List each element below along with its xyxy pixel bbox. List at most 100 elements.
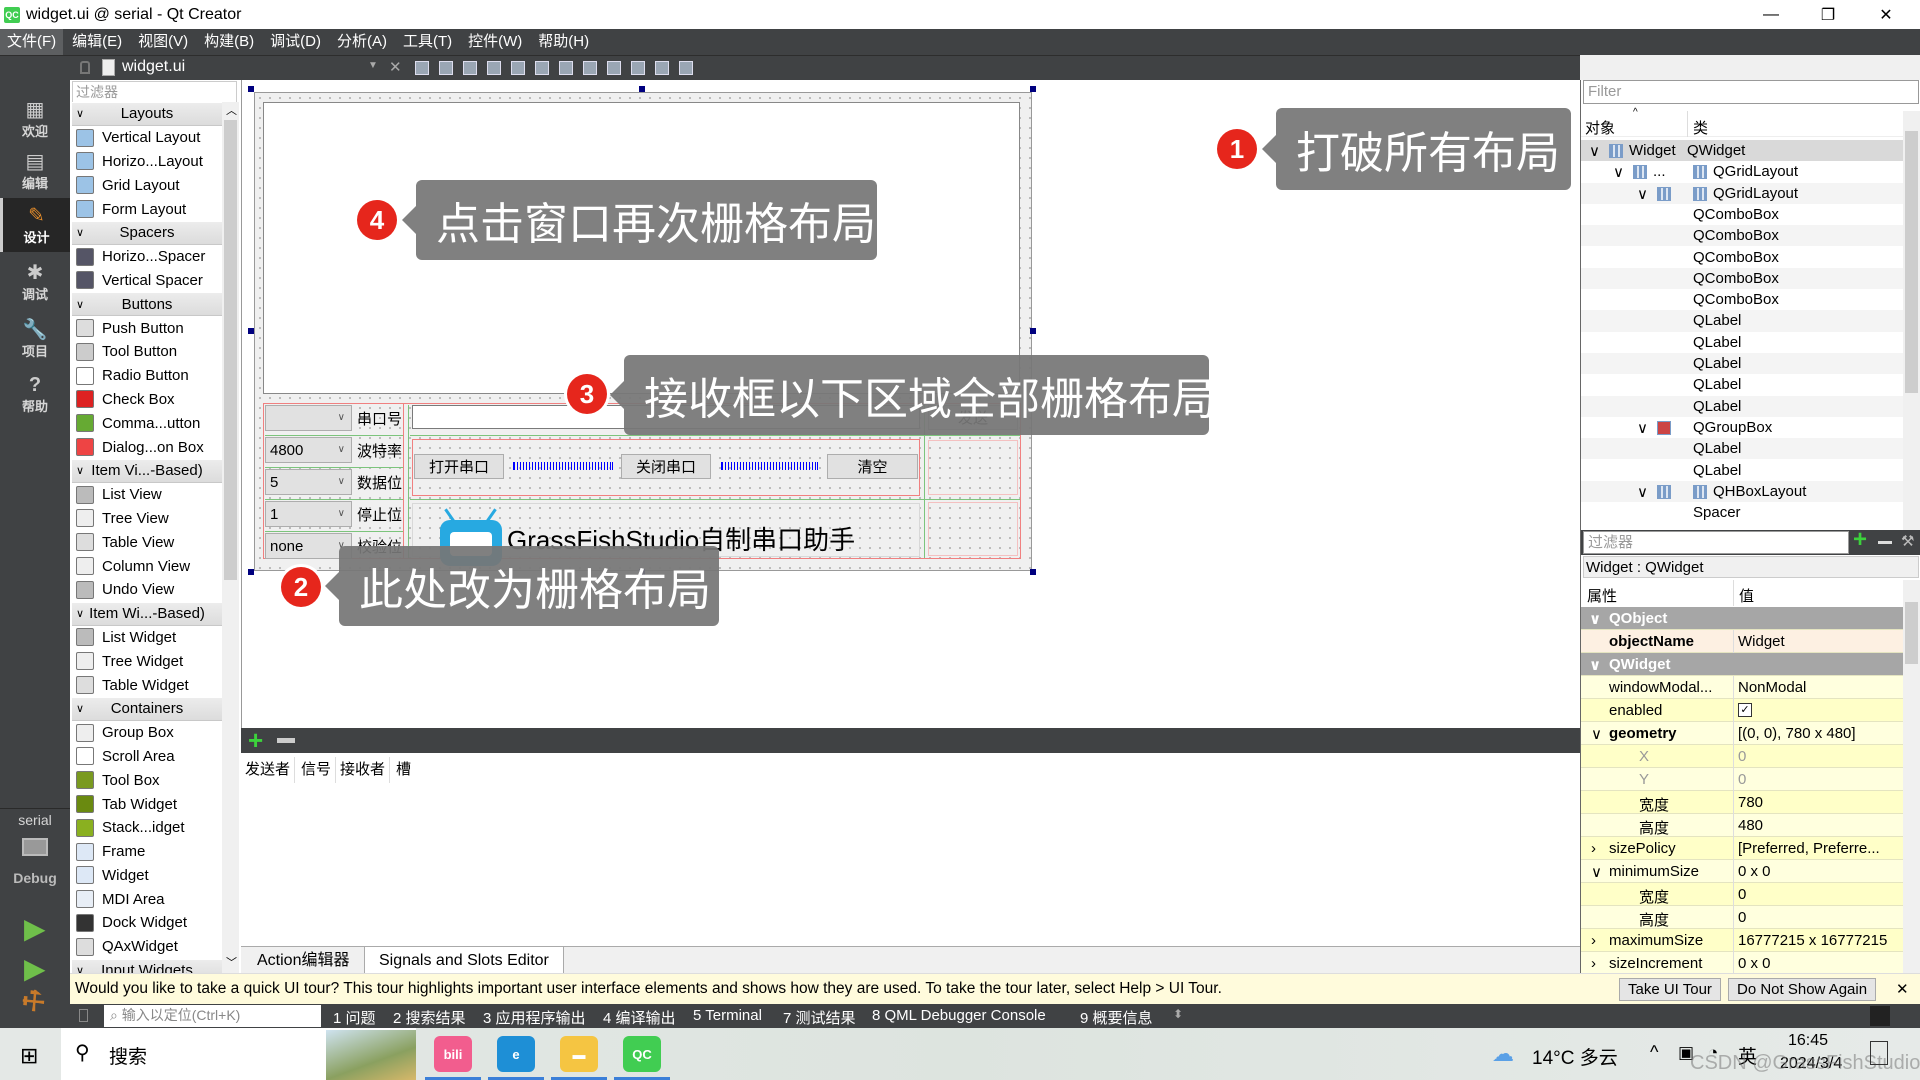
tab-action-editor[interactable]: Action编辑器 — [243, 947, 363, 974]
property-value[interactable]: NonModal — [1733, 676, 1810, 699]
property-value[interactable]: 0 x 0 — [1733, 860, 1775, 883]
object-tree-row[interactable]: ∨ Widget QWidget — [1581, 140, 1903, 162]
object-tree-row[interactable]: ∨ QGroupBox — [1581, 417, 1903, 438]
widget-category[interactable]: ∨ Item Wi...-Based) — [72, 601, 222, 626]
open-port-button[interactable]: 打开串口 — [414, 454, 504, 479]
debug-run-icon[interactable]: ▶ — [24, 952, 46, 985]
widget-item[interactable]: Radio Button — [72, 364, 222, 388]
maximize-button[interactable]: ❐ — [1800, 0, 1856, 29]
property-row[interactable]: objectName Widget — [1581, 630, 1903, 653]
object-tree-row[interactable]: QComboBox — [1581, 267, 1903, 290]
layout-tool-icon[interactable] — [679, 61, 693, 75]
property-row[interactable]: › sizePolicy [Preferred, Preferre... — [1581, 837, 1903, 860]
taskbar-app-file-explorer[interactable]: ▬ — [551, 1036, 607, 1080]
pane-selector-icon[interactable]: ⬍ — [1173, 1007, 1183, 1021]
windows-start-icon[interactable]: ⊞ — [20, 1043, 38, 1069]
menu-item[interactable]: 视图(V) — [131, 29, 195, 55]
widget-item[interactable]: Widget — [72, 864, 222, 888]
object-tree-row[interactable]: QLabel — [1581, 332, 1903, 353]
chevron-down-icon[interactable]: ∨ — [1589, 142, 1600, 160]
widget-item[interactable]: Grid Layout — [72, 173, 222, 197]
output-pane-tab[interactable]: 1 问题 — [333, 1007, 376, 1028]
widget-item[interactable]: Group Box — [72, 721, 222, 745]
file-dropdown-icon[interactable]: ▼ — [368, 60, 378, 71]
widget-item[interactable]: Tree View — [72, 507, 222, 531]
menu-item[interactable]: 帮助(H) — [531, 29, 596, 55]
menu-item[interactable]: 构建(B) — [197, 29, 261, 55]
build-hammer-icon[interactable]: ⚒ — [15, 982, 53, 1021]
property-filter-input[interactable]: 过滤器 — [1583, 531, 1849, 554]
minimize-button[interactable]: — — [1743, 0, 1799, 29]
column-header-class[interactable]: 类 — [1693, 117, 1708, 138]
property-value[interactable]: [(0, 0), 780 x 480] — [1733, 722, 1860, 745]
remove-connection-icon[interactable] — [277, 738, 295, 743]
property-row[interactable]: 高度 0 — [1581, 906, 1903, 929]
layout-tool-icon[interactable] — [535, 61, 549, 75]
layout-tool-icon[interactable] — [631, 61, 645, 75]
property-row[interactable]: ∨ minimumSize 0 x 0 — [1581, 860, 1903, 883]
object-tree-row[interactable]: ∨ QHBoxLayout — [1581, 480, 1903, 503]
object-tree-row[interactable]: ∨ QGridLayout — [1581, 182, 1903, 204]
tray-overflow-icon[interactable]: ^ — [1650, 1042, 1658, 1063]
widget-item[interactable]: Tab Widget — [72, 792, 222, 816]
mode-bug[interactable]: ✱ 调试 — [0, 255, 70, 309]
take-ui-tour-button[interactable]: Take UI Tour — [1619, 978, 1721, 1001]
widget-category[interactable]: ∨ Item Vi...-Based) — [72, 458, 222, 483]
widget-item[interactable]: Tree Widget — [72, 649, 222, 673]
settings-combobox[interactable]: 5 ∨ — [265, 469, 352, 495]
column-header-sender[interactable]: 发送者 — [241, 757, 296, 783]
layout-tool-icon[interactable] — [607, 61, 621, 75]
property-scrollbar[interactable] — [1903, 580, 1920, 973]
property-row[interactable]: enabled ✓ — [1581, 699, 1903, 722]
property-row[interactable]: › sizeIncrement 0 x 0 — [1581, 952, 1903, 973]
mode-document[interactable]: ▤ 编辑 — [0, 144, 70, 198]
layout-tool-icon[interactable] — [511, 61, 525, 75]
scroll-up-icon[interactable]: ︿ — [226, 102, 237, 118]
taskbar-search-box[interactable]: ⚲ 搜索 — [61, 1028, 416, 1080]
widget-item[interactable]: Vertical Layout — [72, 126, 222, 150]
widget-item[interactable]: Horizo...Spacer — [72, 245, 222, 269]
property-row[interactable]: Y0 — [1581, 768, 1903, 791]
widget-item[interactable]: Tool Box — [72, 768, 222, 792]
chevron-down-icon[interactable]: ∨ — [1589, 610, 1601, 628]
property-value[interactable]: [Preferred, Preferre... — [1733, 837, 1884, 860]
clear-button[interactable]: 清空 — [827, 454, 918, 479]
output-pane-tab[interactable]: 4 编译输出 — [603, 1007, 676, 1028]
widget-category[interactable]: ∨ Buttons — [72, 292, 222, 317]
chevron-right-icon[interactable]: › — [1591, 932, 1596, 949]
widget-item[interactable]: Column View — [72, 554, 222, 578]
widget-category[interactable]: ∨ Layouts — [72, 102, 222, 126]
widget-item[interactable]: Push Button — [72, 316, 222, 340]
object-tree[interactable]: ∨ Widget QWidget ∨... QGridLayout ∨ QGridLayou… — [1581, 140, 1903, 530]
property-value[interactable]: Widget — [1733, 630, 1789, 653]
widget-item[interactable]: Stack...idget — [72, 816, 222, 840]
notification-icon[interactable] — [1870, 1041, 1888, 1065]
layout-tool-icon[interactable] — [463, 61, 477, 75]
widget-item[interactable]: Dock Widget — [72, 911, 222, 935]
object-tree-row[interactable]: QLabel — [1581, 374, 1903, 395]
output-pane-tab[interactable]: 8 QML Debugger Console — [872, 1007, 1046, 1024]
weather-text[interactable]: 14°C 多云 — [1532, 1043, 1618, 1070]
property-value[interactable]: ✓ — [1733, 699, 1752, 722]
tab-signals-slots-editor[interactable]: Signals and Slots Editor — [364, 947, 564, 974]
widget-item[interactable]: Undo View — [72, 578, 222, 602]
widget-item[interactable]: Scroll Area — [72, 745, 222, 769]
clock-time[interactable]: 16:45 — [1788, 1032, 1828, 1050]
property-row[interactable]: 宽度 0 — [1581, 883, 1903, 906]
property-value[interactable]: 0 — [1733, 906, 1750, 929]
chevron-down-icon[interactable]: ∨ — [1591, 863, 1602, 881]
menu-item[interactable]: 控件(W) — [461, 29, 529, 55]
column-header-signal[interactable]: 信号 — [297, 757, 337, 783]
object-tree-row[interactable]: QLabel — [1581, 395, 1903, 417]
property-row[interactable]: X0 — [1581, 745, 1903, 768]
property-row[interactable]: 高度 480 — [1581, 814, 1903, 837]
menu-item[interactable]: 编辑(E) — [65, 29, 129, 55]
property-value[interactable]: 0 — [1733, 768, 1750, 791]
layout-tool-icon[interactable] — [415, 61, 429, 75]
property-value[interactable]: 780 — [1733, 791, 1767, 814]
property-row[interactable]: windowModal... NonModal — [1581, 676, 1903, 699]
layout-tool-icon[interactable] — [583, 61, 597, 75]
mode-help[interactable]: ? 帮助 — [0, 367, 70, 421]
object-tree-row[interactable]: Spacer — [1581, 502, 1903, 523]
column-header-slot[interactable]: 槽 — [392, 757, 415, 783]
